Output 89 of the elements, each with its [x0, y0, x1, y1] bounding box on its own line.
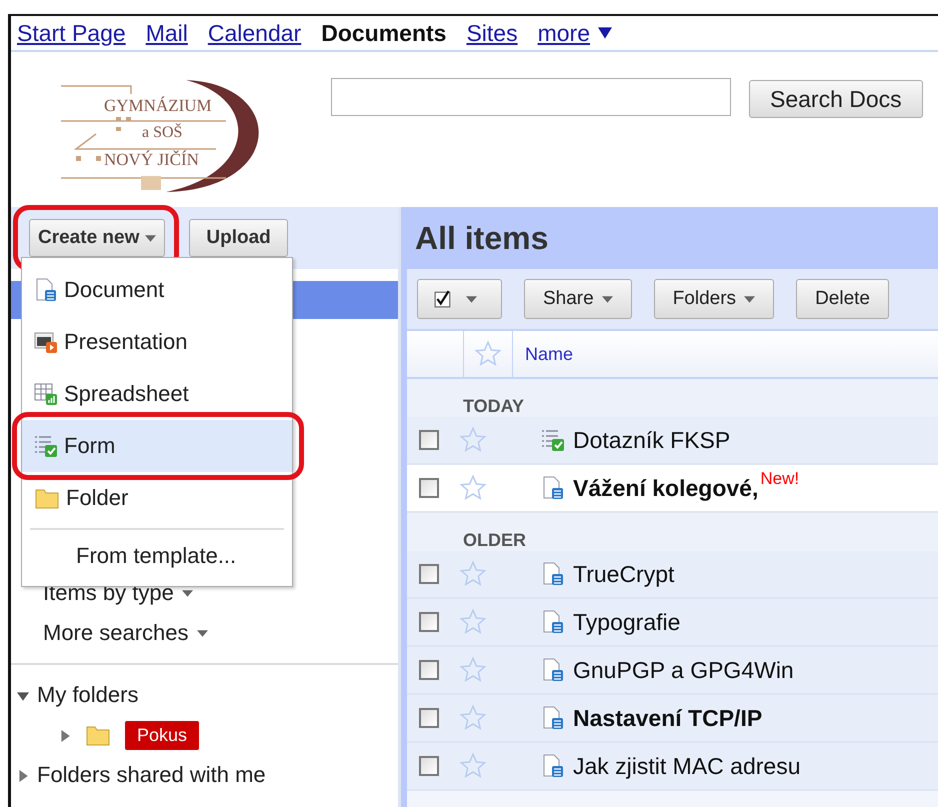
- checkbox[interactable]: [419, 564, 439, 584]
- document-icon: [541, 610, 565, 634]
- nav-link[interactable]: Documents: [321, 20, 446, 46]
- form-icon: [541, 428, 565, 452]
- new-label: New!: [760, 469, 800, 489]
- collapsed-triangle-icon[interactable]: [59, 730, 71, 742]
- menu-item-label: Spreadsheet: [64, 381, 189, 407]
- checkbox-icon: [434, 290, 452, 308]
- folder-tag[interactable]: Pokus: [125, 720, 200, 750]
- nav-link[interactable]: Start Page: [17, 20, 126, 46]
- toolbar-button[interactable]: Folders: [654, 279, 774, 319]
- star-icon[interactable]: [459, 752, 487, 780]
- document-icon: [541, 754, 565, 778]
- expanded-triangle-icon[interactable]: [17, 690, 29, 702]
- search-button[interactable]: Search Docs: [749, 80, 923, 118]
- caret-icon: [196, 630, 208, 636]
- sidebar-item[interactable]: More searches: [11, 613, 398, 653]
- caret-icon: [744, 296, 756, 302]
- file-row[interactable]: Vážení kolegové,$^{New!}$: [407, 465, 938, 513]
- toolbar-button[interactable]: Share: [524, 279, 632, 319]
- checkbox[interactable]: [419, 612, 439, 632]
- collapsed-triangle-icon[interactable]: [17, 770, 29, 782]
- menu-item-label: Form: [64, 433, 116, 459]
- nav-link[interactable]: more: [538, 20, 590, 46]
- menu-item[interactable]: Document: [22, 264, 292, 316]
- star-icon[interactable]: [459, 560, 487, 588]
- file-row[interactable]: Nastavení TCP/IP: [407, 695, 938, 743]
- nav-link[interactable]: Mail: [146, 20, 188, 46]
- caret-icon: [145, 234, 156, 242]
- search-field[interactable]: [331, 78, 731, 116]
- document-icon: [541, 658, 565, 682]
- menu-item-label: Document: [64, 277, 164, 303]
- menu-item[interactable]: Form: [22, 420, 292, 472]
- file-row[interactable]: TrueCrypt: [407, 551, 938, 599]
- file-name[interactable]: TrueCrypt: [573, 560, 674, 588]
- column-header-label[interactable]: Name: [513, 344, 574, 364]
- group-label: OLDER: [463, 530, 526, 551]
- star-icon[interactable]: [459, 704, 487, 732]
- file-row[interactable]: GnuPGP a GPG4Win: [407, 647, 938, 695]
- checkbox[interactable]: [419, 478, 439, 498]
- folder-tree-item[interactable]: My folders: [37, 682, 138, 708]
- logo-text: NOVÝ JIČÍN: [104, 149, 200, 171]
- document-icon: [541, 706, 565, 730]
- file-name[interactable]: Typografie: [573, 608, 680, 636]
- file-row[interactable]: Jak zjistit MAC adresu: [407, 743, 938, 791]
- nav-link[interactable]: Calendar: [208, 20, 302, 46]
- star-icon[interactable]: [474, 340, 502, 368]
- group-label: TODAY: [463, 396, 524, 417]
- logo-text: GYMNÁZIUM: [104, 95, 212, 117]
- file-row[interactable]: Typografie: [407, 599, 938, 647]
- logo-text: a SOŠ: [142, 122, 184, 143]
- upload-button[interactable]: Upload: [189, 219, 288, 257]
- star-icon[interactable]: [459, 608, 487, 636]
- presentation-icon: [34, 330, 58, 354]
- star-icon[interactable]: [459, 656, 487, 684]
- caret-icon: [466, 296, 477, 302]
- caret-icon: [182, 590, 193, 596]
- star-icon[interactable]: [459, 474, 487, 502]
- form-icon: [34, 434, 58, 458]
- file-name[interactable]: Dotazník FKSP: [573, 426, 730, 454]
- document-icon: [34, 278, 58, 302]
- document-icon: [541, 562, 565, 586]
- sidebar-item-label: More searches: [43, 620, 189, 646]
- menu-item[interactable]: Folder: [22, 472, 292, 524]
- file-name[interactable]: GnuPGP a GPG4Win: [573, 656, 794, 684]
- menu-item[interactable]: Spreadsheet: [22, 368, 292, 420]
- checkbox[interactable]: [419, 660, 439, 680]
- menu-item-label: Presentation: [64, 329, 188, 355]
- toolbar-button[interactable]: Delete: [796, 279, 889, 319]
- select-dropdown[interactable]: [417, 279, 502, 319]
- file-name[interactable]: Jak zjistit MAC adresu: [573, 752, 801, 780]
- create-new-button[interactable]: Create new: [29, 219, 166, 257]
- star-icon[interactable]: [459, 426, 487, 454]
- document-icon: [541, 476, 565, 500]
- caret-icon: [602, 296, 613, 302]
- file-row[interactable]: Dotazník FKSP: [407, 417, 938, 465]
- menu-item[interactable]: Presentation: [22, 316, 292, 368]
- checkbox[interactable]: [419, 708, 439, 728]
- checkbox[interactable]: [419, 430, 439, 450]
- nav-link[interactable]: Sites: [466, 20, 518, 46]
- file-name[interactable]: Vážení kolegové,: [573, 474, 758, 502]
- folder-tree-item[interactable]: Folders shared with me: [37, 762, 266, 788]
- caret-icon[interactable]: [598, 27, 612, 39]
- checkbox[interactable]: [419, 756, 439, 776]
- file-name[interactable]: Nastavení TCP/IP: [573, 704, 762, 732]
- page-title: All items: [415, 220, 548, 256]
- menu-item-label: Folder: [66, 485, 128, 511]
- spreadsheet-icon: [34, 382, 58, 406]
- sidebar-item-label: Items by type: [43, 580, 174, 606]
